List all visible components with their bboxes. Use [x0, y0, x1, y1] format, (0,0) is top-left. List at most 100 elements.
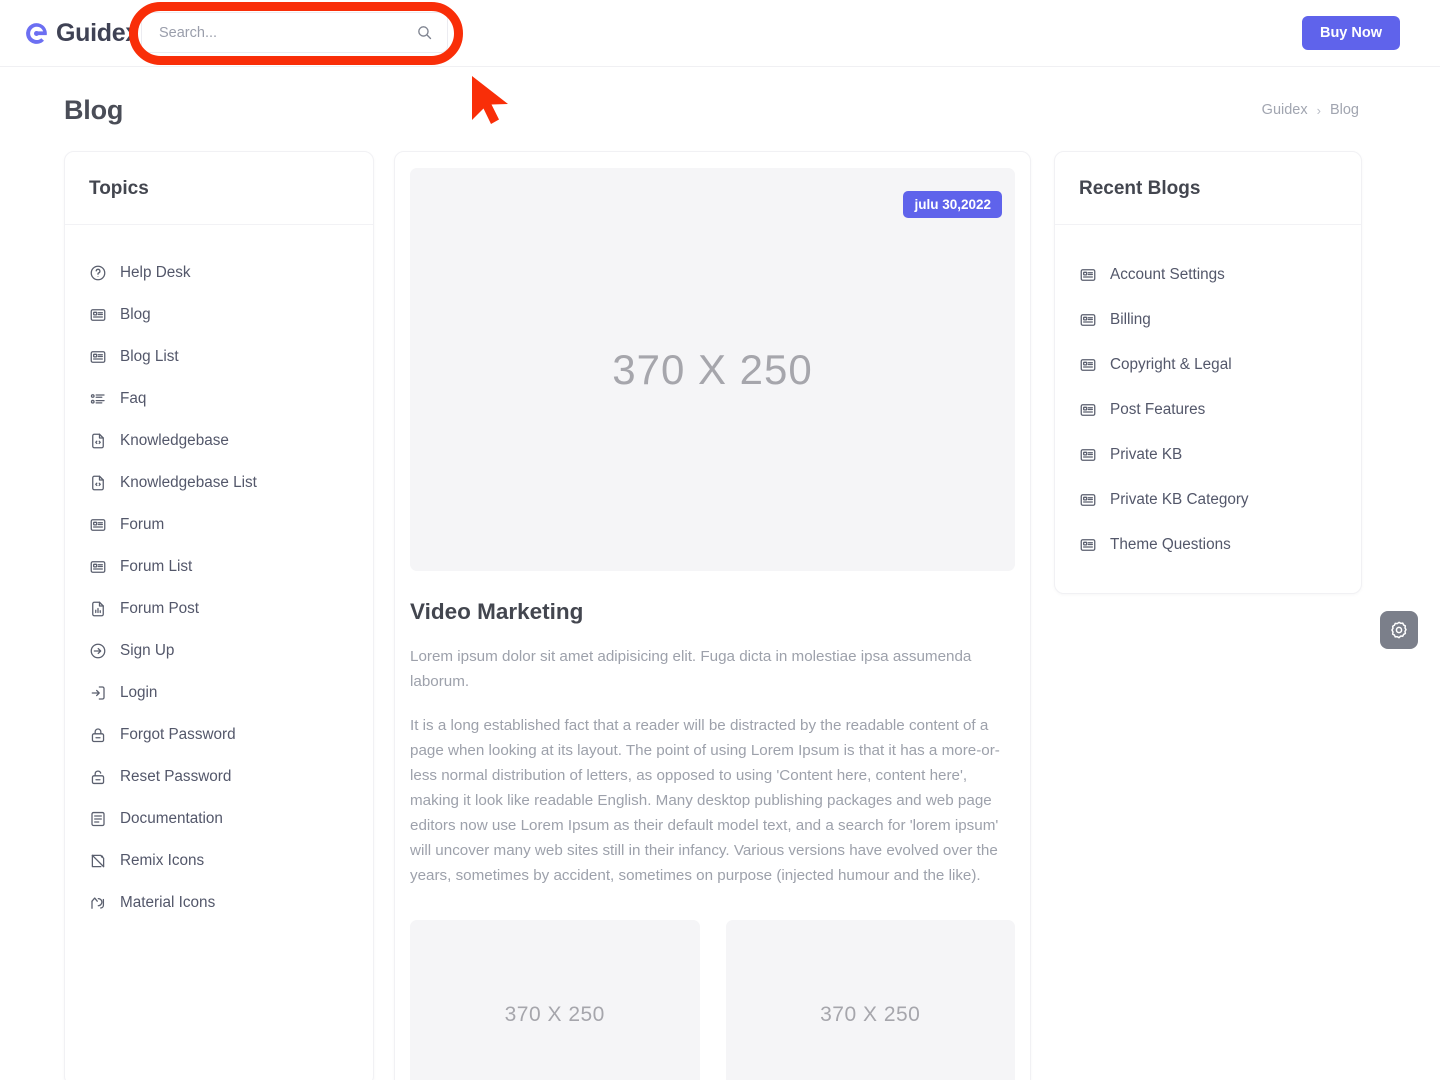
sidebar-item-label: Reset Password — [120, 768, 232, 785]
search-box[interactable] — [141, 12, 448, 53]
login-circle-icon — [90, 643, 106, 659]
top-header: Guidex Buy Now — [0, 0, 1440, 67]
post-thumbnail: 370 X 250 — [725, 920, 1015, 1080]
article-icon — [89, 348, 107, 366]
buy-now-button[interactable]: Buy Now — [1301, 16, 1400, 50]
sidebar-item-label: Forgot Password — [120, 726, 236, 743]
sidebar-item-label: Login — [120, 684, 158, 701]
post-date-badge: julu 30,2022 — [903, 191, 1002, 218]
brand-logo[interactable]: Guidex — [24, 19, 139, 48]
recent-blog-item-account-settings[interactable]: Account Settings — [1055, 252, 1361, 297]
sidebar-item-label: Knowledgebase List — [120, 474, 257, 491]
sidebar-item-blog[interactable]: Blog — [65, 294, 373, 336]
file-code-icon — [89, 432, 107, 450]
sidebar-item-forum-list[interactable]: Forum List — [65, 546, 373, 588]
topics-sidebar: Topics Help Desk Blog Blog List Faq Knowledg… — [64, 151, 374, 1080]
hero-placeholder-text: 370 X 250 — [612, 345, 813, 393]
sidebar-item-login[interactable]: Login — [65, 672, 373, 714]
article-icon — [1080, 403, 1096, 416]
topics-list: Help Desk Blog Blog List Faq Knowledgebase Kn… — [65, 225, 373, 948]
recent-blog-label: Account Settings — [1110, 265, 1225, 283]
sidebar-item-label: Faq — [120, 390, 147, 407]
sidebar-item-label: Material Icons — [120, 894, 216, 911]
blog-post-card: 370 X 250 julu 30,2022 Video Marketing L… — [394, 151, 1031, 1080]
file-code-icon — [89, 474, 107, 492]
article-icon — [1080, 358, 1096, 371]
post-paragraph-1: Lorem ipsum dolor sit amet adipisicing e… — [410, 648, 972, 690]
recent-blog-item-private-kb-category[interactable]: Private KB Category — [1055, 477, 1361, 522]
post-thumbnail: 370 X 250 — [410, 920, 700, 1080]
post-title: Video Marketing — [410, 599, 584, 624]
recent-blogs-header: Recent Blogs — [1055, 152, 1361, 225]
sidebar-item-knowledgebase[interactable]: Knowledgebase — [65, 420, 373, 462]
breadcrumb: Guidex › Blog — [1262, 102, 1359, 118]
recent-blogs-sidebar: Recent Blogs Account Settings Billing Copy… — [1054, 151, 1362, 594]
breadcrumb-separator-icon: › — [1316, 102, 1321, 118]
login-box-icon — [89, 684, 107, 702]
login-box-icon — [91, 686, 105, 700]
recent-blogs-heading: Recent Blogs — [1079, 178, 1201, 199]
list-check-icon — [89, 390, 107, 408]
article-icon — [1080, 313, 1096, 326]
file-list-icon — [89, 810, 107, 828]
article-icon — [1079, 401, 1097, 419]
sidebar-item-sign-up[interactable]: Sign Up — [65, 630, 373, 672]
lock-icon — [91, 728, 105, 743]
list-check-icon — [90, 394, 105, 404]
sidebar-item-faq[interactable]: Faq — [65, 378, 373, 420]
question-circle-icon — [89, 264, 107, 282]
sidebar-item-material-icons[interactable]: Material Icons — [65, 882, 373, 924]
settings-fab-button[interactable] — [1380, 611, 1418, 649]
recent-blog-item-copyright-legal[interactable]: Copyright & Legal — [1055, 342, 1361, 387]
recent-blog-item-theme-questions[interactable]: Theme Questions — [1055, 522, 1361, 567]
recent-blog-label: Private KB Category — [1110, 490, 1249, 508]
brand-name: Guidex — [56, 18, 139, 47]
search-input[interactable] — [159, 24, 416, 41]
sidebar-item-documentation[interactable]: Documentation — [65, 798, 373, 840]
remix-icon — [89, 852, 107, 870]
thumbnail-placeholder-text: 370 X 250 — [504, 1003, 605, 1026]
article-icon — [1079, 311, 1097, 329]
article-icon — [1080, 493, 1096, 506]
article-icon — [90, 351, 106, 363]
sidebar-item-remix-icons[interactable]: Remix Icons — [65, 840, 373, 882]
sidebar-item-knowledgebase-list[interactable]: Knowledgebase List — [65, 462, 373, 504]
recent-blog-label: Private KB — [1110, 445, 1183, 463]
sidebar-item-forum-post[interactable]: Forum Post — [65, 588, 373, 630]
news-icon — [89, 516, 107, 534]
recent-blog-item-billing[interactable]: Billing — [1055, 297, 1361, 342]
search-icon[interactable] — [416, 24, 433, 41]
sidebar-item-help-desk[interactable]: Help Desk — [65, 252, 373, 294]
lock-icon — [89, 726, 107, 744]
material-icon — [91, 897, 105, 909]
article-icon — [1079, 446, 1097, 464]
sidebar-item-blog-list[interactable]: Blog List — [65, 336, 373, 378]
article-icon — [1079, 536, 1097, 554]
search-container — [141, 12, 448, 53]
lock-unlock-icon — [91, 770, 105, 785]
post-paragraph-2: It is a long established fact that a rea… — [410, 717, 1000, 884]
recent-blogs-list: Account Settings Billing Copyright & Legal… — [1055, 225, 1361, 593]
file-chart-icon — [89, 600, 107, 618]
page-titlebar: Blog Guidex › Blog — [0, 67, 1440, 153]
article-icon — [90, 309, 106, 321]
sidebar-item-label: Blog — [120, 306, 151, 323]
breadcrumb-root[interactable]: Guidex — [1262, 102, 1308, 118]
sidebar-item-label: Help Desk — [120, 264, 191, 281]
article-icon — [1079, 356, 1097, 374]
thumbnail-placeholder-text: 370 X 250 — [820, 1003, 921, 1026]
sidebar-item-label: Forum Post — [120, 600, 200, 617]
post-hero-image: 370 X 250 julu 30,2022 — [410, 168, 1015, 571]
sidebar-item-reset-password[interactable]: Reset Password — [65, 756, 373, 798]
recent-blog-item-private-kb[interactable]: Private KB — [1055, 432, 1361, 477]
sidebar-item-label: Documentation — [120, 810, 223, 827]
sidebar-item-label: Forum — [120, 516, 165, 533]
article-icon — [1080, 538, 1096, 551]
sidebar-item-label: Sign Up — [120, 642, 175, 659]
guidex-g-logo-icon — [26, 22, 47, 44]
topics-header: Topics — [65, 152, 373, 225]
sidebar-item-forum[interactable]: Forum — [65, 504, 373, 546]
recent-blog-item-post-features[interactable]: Post Features — [1055, 387, 1361, 432]
sidebar-item-forgot-password[interactable]: Forgot Password — [65, 714, 373, 756]
news-icon — [90, 561, 106, 573]
